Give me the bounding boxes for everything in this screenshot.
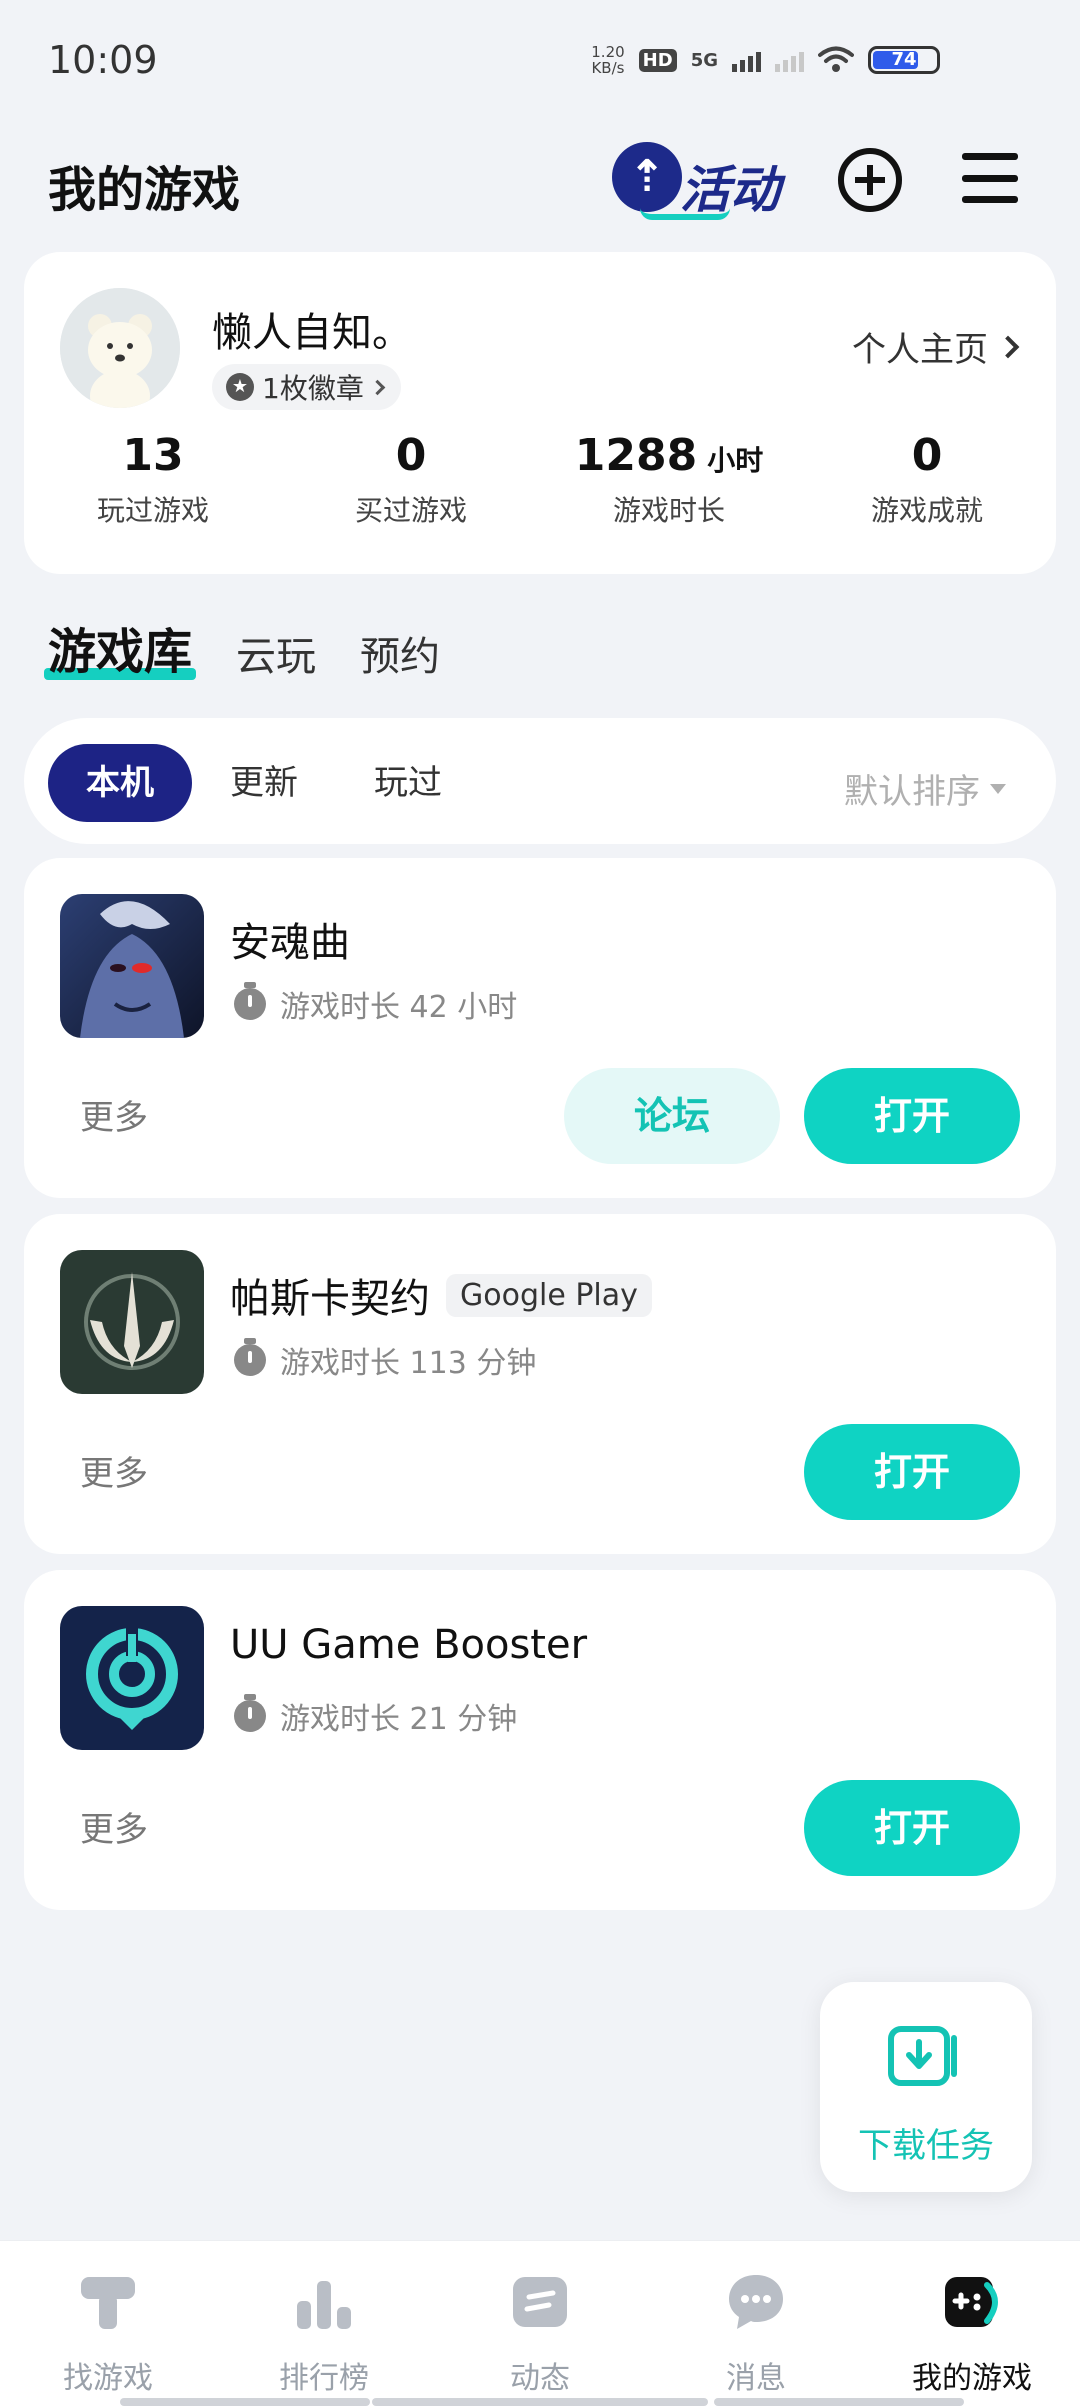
- game-playtime: 游戏时长 42 小时: [280, 990, 518, 1025]
- nav-label: 我的游戏: [912, 2361, 1032, 2396]
- profile-card: 懒人自知。 ★ 1枚徽章 个人主页 13 玩过游戏 0 买过游戏 1288 小时 …: [24, 252, 1056, 574]
- page-title: 我的游戏: [48, 162, 241, 218]
- stat-played-games[interactable]: 13 玩过游戏: [24, 430, 282, 529]
- download-icon: [888, 2026, 957, 2086]
- open-button[interactable]: 打开: [804, 1780, 1020, 1876]
- wifi-icon: [818, 46, 854, 72]
- signal-secondary-icon: [775, 48, 804, 72]
- stopwatch-icon: [234, 1694, 266, 1732]
- game-name: UU Game Booster: [230, 1622, 588, 1668]
- filter-bar: 本机 更新 玩过 默认排序: [24, 718, 1056, 844]
- game-name: 安魂曲: [230, 920, 350, 966]
- nav-label: 消息: [726, 2361, 786, 2396]
- battery-icon: 74: [868, 46, 940, 74]
- nav-label: 排行榜: [279, 2361, 369, 2396]
- tab-game-library[interactable]: 游戏库: [43, 612, 197, 682]
- status-bar: 10:09 1.20 KB/s HD 5G 74: [0, 0, 1080, 120]
- download-tasks-label: 下载任务: [858, 2126, 994, 2166]
- hd-voice-icon: HD: [638, 48, 677, 72]
- stat-label: 游戏时长: [612, 494, 725, 527]
- stopwatch-icon: [234, 982, 266, 1020]
- stat-value: 0: [911, 430, 943, 481]
- more-button[interactable]: 更多: [80, 1446, 148, 1495]
- sort-dropdown[interactable]: 默认排序: [844, 764, 1006, 813]
- badge-chip[interactable]: ★ 1枚徽章: [212, 364, 401, 410]
- user-name: 懒人自知。: [212, 310, 412, 356]
- chevron-right-icon: [369, 379, 386, 395]
- stat-label: 买过游戏: [354, 494, 467, 527]
- network-speed: 1.20 KB/s: [591, 43, 625, 77]
- caret-down-icon: [990, 783, 1006, 794]
- download-tasks-button[interactable]: 下载任务: [820, 1982, 1032, 2192]
- stopwatch-icon: [234, 1338, 266, 1376]
- game-card[interactable]: 安魂曲 游戏时长 42 小时 更多 论坛 打开: [24, 858, 1056, 1198]
- stat-value: 13: [122, 430, 184, 481]
- game-icon-pascal-contract: [60, 1250, 204, 1394]
- signal-icon: [732, 48, 761, 72]
- filter-played[interactable]: 玩过: [336, 744, 480, 822]
- nav-find-games[interactable]: 找游戏: [0, 2241, 216, 2408]
- menu-icon[interactable]: [962, 153, 1018, 203]
- badge-label: 1枚徽章: [262, 372, 364, 405]
- sort-label: 默认排序: [844, 772, 980, 812]
- game-icon-uu-booster: [60, 1606, 204, 1750]
- bottom-nav: 找游戏 排行榜 动态 消息 我的游戏: [0, 2240, 1080, 2408]
- open-button[interactable]: 打开: [804, 1424, 1020, 1520]
- forum-button[interactable]: 论坛: [564, 1068, 780, 1164]
- status-icons: 1.20 KB/s HD 5G 74: [591, 44, 940, 76]
- nav-messages[interactable]: 消息: [648, 2241, 864, 2408]
- stat-unit: 小时: [707, 444, 764, 477]
- medal-icon: ★: [226, 373, 254, 401]
- nav-ranking[interactable]: 排行榜: [216, 2241, 432, 2408]
- polar-bear-avatar: [60, 288, 180, 408]
- stat-label: 玩过游戏: [96, 494, 209, 527]
- filter-local[interactable]: 本机: [48, 744, 192, 822]
- add-icon[interactable]: [838, 148, 902, 212]
- my-games-icon: [945, 2277, 998, 2327]
- library-tabs: 游戏库 云玩 预约: [43, 612, 440, 682]
- network-type: 5G: [690, 49, 718, 71]
- status-time: 10:09: [48, 38, 158, 82]
- nav-label: 动态: [510, 2361, 570, 2396]
- game-card[interactable]: 帕斯卡契约 Google Play 游戏时长 113 分钟 更多 打开: [24, 1214, 1056, 1554]
- chevron-right-icon: [996, 335, 1020, 358]
- profile-stats: 13 玩过游戏 0 买过游戏 1288 小时 游戏时长 0 游戏成就: [24, 430, 1056, 529]
- battery-level: 74: [891, 49, 917, 70]
- stat-label: 游戏成就: [870, 494, 983, 527]
- stat-value: 1288: [574, 430, 698, 481]
- stat-play-time[interactable]: 1288 小时 游戏时长: [540, 430, 798, 529]
- avatar[interactable]: [60, 288, 180, 408]
- feed-icon: [513, 2277, 567, 2327]
- game-playtime: 游戏时长 113 分钟: [280, 1346, 537, 1381]
- tab-cloud-play[interactable]: 云玩: [236, 624, 316, 682]
- tab-reservations[interactable]: 预约: [360, 624, 440, 682]
- more-button[interactable]: 更多: [80, 1090, 148, 1139]
- game-card[interactable]: UU Game Booster 游戏时长 21 分钟 更多 打开: [24, 1570, 1056, 1910]
- nav-feed[interactable]: 动态: [432, 2241, 648, 2408]
- game-name: 帕斯卡契约: [230, 1276, 430, 1322]
- home-indicator: [714, 2398, 964, 2406]
- nav-label: 找游戏: [63, 2361, 153, 2396]
- activity-swoosh: [640, 208, 730, 220]
- homepage-link[interactable]: 个人主页: [852, 322, 1020, 371]
- filter-updates[interactable]: 更新: [192, 744, 336, 822]
- homepage-label: 个人主页: [852, 330, 988, 370]
- stat-value: 0: [395, 430, 427, 481]
- activity-badge-icon: ⇡: [612, 142, 682, 212]
- open-button[interactable]: 打开: [804, 1068, 1020, 1164]
- game-icon-requiem: [60, 894, 204, 1038]
- ranking-icon: [297, 2281, 351, 2329]
- store-tag: Google Play: [446, 1273, 652, 1317]
- home-indicator: [120, 2398, 370, 2406]
- stat-purchased-games[interactable]: 0 买过游戏: [282, 430, 540, 529]
- message-icon: [729, 2275, 783, 2329]
- stat-achievements[interactable]: 0 游戏成就: [798, 430, 1056, 529]
- activity-button[interactable]: ⇡ 活动: [600, 130, 790, 230]
- game-playtime: 游戏时长 21 分钟: [280, 1702, 518, 1737]
- nav-my-games[interactable]: 我的游戏: [864, 2241, 1080, 2408]
- find-games-icon: [81, 2277, 135, 2329]
- more-button[interactable]: 更多: [80, 1802, 148, 1851]
- home-indicator: [372, 2398, 708, 2406]
